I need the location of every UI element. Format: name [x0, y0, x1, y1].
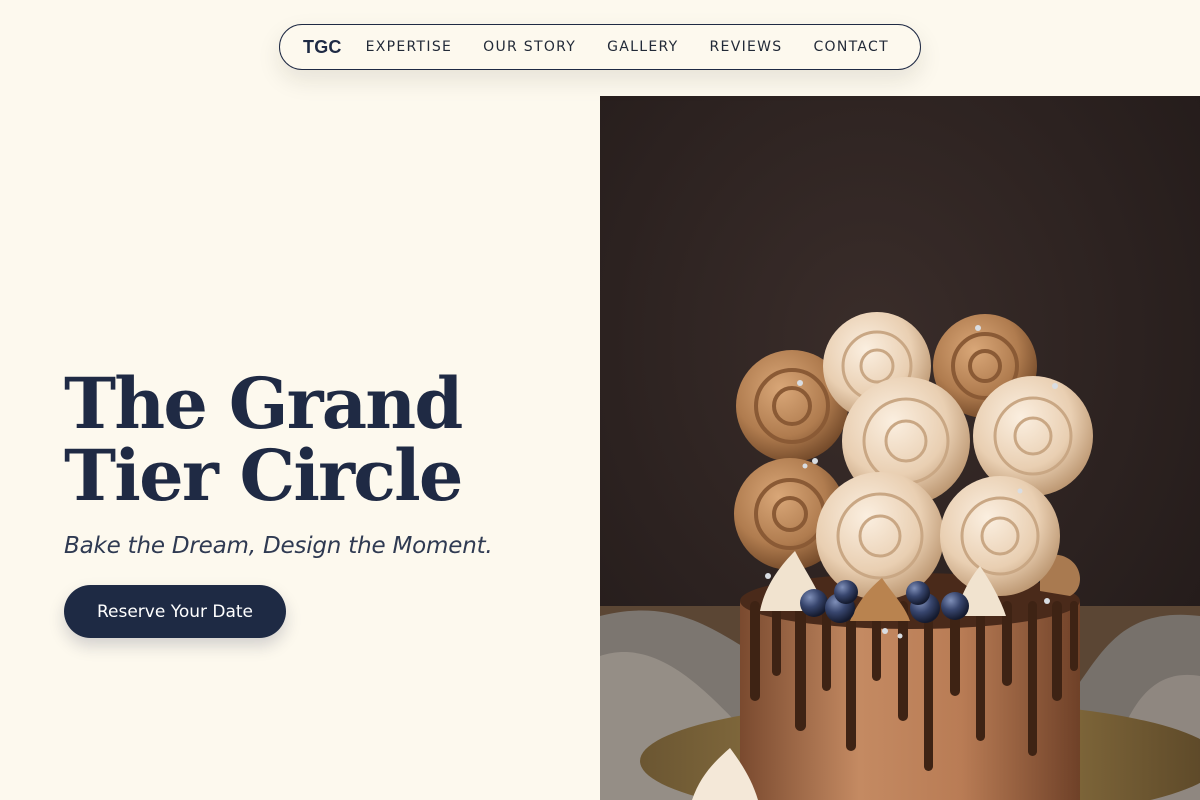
hero-title-line-2: Tier Circle [64, 434, 463, 517]
cake-illustration [600, 96, 1200, 800]
top-nav: TGC EXPERTISE OUR STORY GALLERY REVIEWS … [279, 24, 921, 70]
nav-link-our-story[interactable]: OUR STORY [483, 39, 576, 55]
hero-title-line-1: The Grand [64, 362, 463, 445]
hero-cake-image [600, 96, 1200, 800]
logo[interactable]: TGC [303, 37, 342, 58]
hero-tagline: Bake the Dream, Design the Moment. [64, 533, 493, 559]
nav-link-contact[interactable]: CONTACT [813, 39, 889, 55]
reserve-date-button[interactable]: Reserve Your Date [64, 585, 286, 638]
nav-link-reviews[interactable]: REVIEWS [710, 39, 783, 55]
landing-page: TGC EXPERTISE OUR STORY GALLERY REVIEWS … [0, 0, 1200, 800]
nav-link-expertise[interactable]: EXPERTISE [366, 39, 453, 55]
hero-title: The Grand Tier Circle [64, 362, 463, 517]
nav-link-gallery[interactable]: GALLERY [607, 39, 678, 55]
